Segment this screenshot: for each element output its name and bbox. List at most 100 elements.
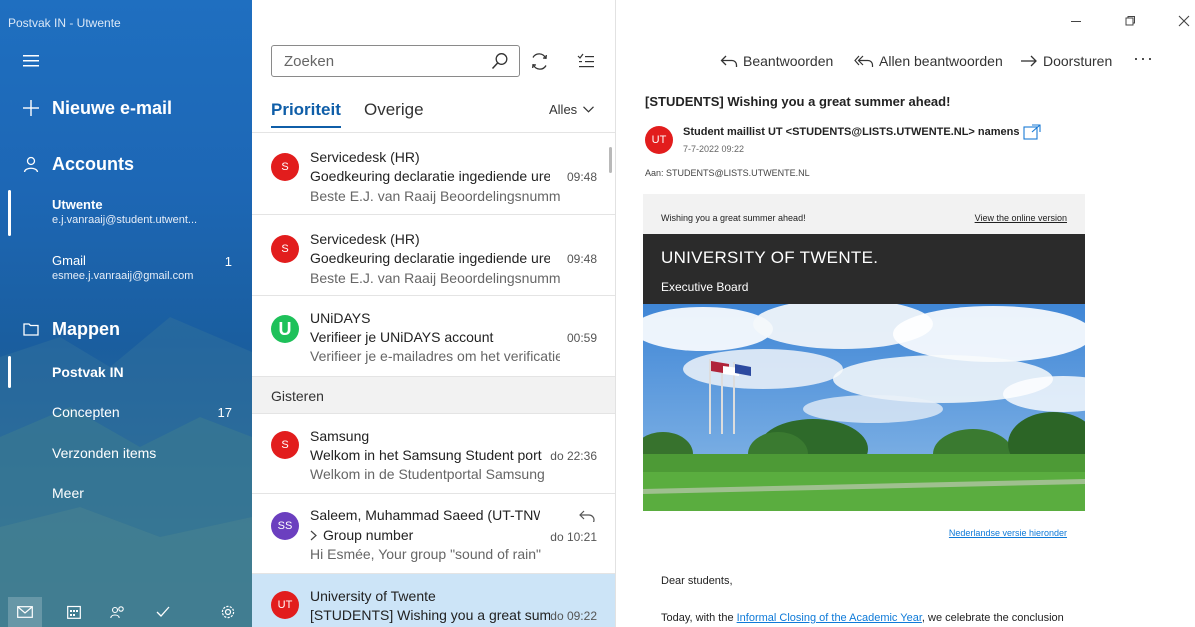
email-subject: [STUDENTS] Wishing you a great summer ah… (645, 94, 951, 109)
drafts-count: 17 (217, 405, 232, 420)
sender-avatar: S (271, 431, 299, 459)
dutch-version-link[interactable]: Nederlandse versie hieronder (949, 528, 1067, 538)
sender-avatar: S (271, 153, 299, 181)
message-preview: Welkom in de Studentportal Samsung (310, 466, 545, 482)
settings-gear-icon[interactable] (220, 604, 236, 620)
mail-icon[interactable] (17, 604, 33, 620)
reply-icon (720, 55, 738, 67)
message-sender: Servicedesk (HR) (310, 231, 420, 247)
people-icon[interactable] (110, 604, 126, 620)
message-preview: Beste E.J. van Raaij Beoordelingsnummer (310, 270, 560, 286)
accounts-header[interactable]: Accounts (52, 154, 134, 175)
message-subject: Group number (323, 527, 414, 543)
message-preview: Verifieer je e-mailadres om het verifica… (310, 348, 560, 364)
reply-button[interactable]: Beantwoorden (720, 53, 833, 69)
message-preview: Beste E.J. van Raaij Beoordelingsnummer (310, 188, 560, 204)
message-subject: Goedkeuring declaratie ingediende uren (310, 168, 550, 184)
message-time: do 22:36 (550, 449, 597, 463)
filter-dropdown[interactable]: Alles (549, 102, 595, 117)
forward-button[interactable]: Doorsturen (1020, 53, 1112, 69)
chevron-down-icon (583, 106, 595, 113)
reply-all-label: Allen beantwoorden (879, 53, 1003, 69)
selected-account-indicator (8, 190, 11, 236)
person-icon (22, 155, 40, 173)
message-sender: Saleem, Muhammad Saeed (UT-TNW) (310, 507, 540, 523)
message-time: 00:59 (566, 331, 597, 345)
window-title: Postvak IN - Utwente (8, 16, 121, 30)
account-name: Gmail (52, 253, 86, 268)
tab-priority[interactable]: Prioriteit (271, 100, 341, 120)
message-subject: Goedkeuring declaratie ingediende uren (310, 250, 550, 266)
folder-icon (22, 320, 40, 338)
message-list-pane: Prioriteit Overige Alles S Servicedesk (… (252, 0, 616, 627)
plus-icon[interactable] (22, 99, 40, 117)
folder-item-more[interactable]: Meer (52, 485, 84, 501)
restore-icon[interactable] (1123, 14, 1137, 28)
closing-academic-year-link[interactable]: Informal Closing of the Academic Year (737, 612, 922, 624)
background-landscape (0, 317, 252, 627)
email-banner: UNIVERSITY OF TWENTE. Executive Board (643, 234, 1085, 304)
message-subject: Verifieer je UNiDAYS account (310, 329, 494, 345)
message-row[interactable]: S Servicedesk (HR) Goedkeuring declarati… (252, 214, 615, 295)
reading-pane: Beantwoorden Allen beantwoorden Doorstur… (617, 0, 1195, 627)
forward-label: Doorsturen (1043, 53, 1113, 69)
sender-avatar: UT (271, 591, 299, 619)
filter-label: Alles (549, 102, 578, 117)
email-paragraph: Today, with the Informal Closing of the … (661, 612, 1064, 624)
sync-icon[interactable] (529, 51, 549, 71)
folder-item-sent[interactable]: Verzonden items (52, 445, 156, 461)
minimize-icon[interactable] (1069, 14, 1083, 28)
message-row[interactable]: S Samsung Welkom in het Samsung Student … (252, 413, 615, 493)
sender-avatar: S (271, 235, 299, 263)
email-from[interactable]: Student maillist UT <STUDENTS@LISTS.UTWE… (683, 126, 1019, 138)
message-row[interactable]: U UNiDAYS Verifieer je UNiDAYS account 0… (252, 295, 615, 376)
online-version-link[interactable]: View the online version (975, 213, 1067, 223)
list-scrollbar-thumb[interactable] (609, 147, 612, 173)
selection-mode-icon[interactable] (576, 51, 596, 71)
message-sender: Servicedesk (HR) (310, 149, 420, 165)
account-name: Utwente (52, 197, 103, 212)
more-actions-icon[interactable]: ··· (1133, 48, 1154, 69)
email-date: 7-7-2022 09:22 (683, 144, 745, 154)
replied-icon (579, 509, 595, 527)
hamburger-menu-icon[interactable] (22, 52, 40, 70)
sender-avatar: UT (645, 126, 673, 154)
university-logo-text: UNIVERSITY OF TWENTE. (661, 248, 879, 267)
tab-other[interactable]: Overige (364, 100, 424, 120)
message-row[interactable]: SS Saleem, Muhammad Saeed (UT-TNW) Group… (252, 493, 615, 573)
account-email: esmee.j.vanraaij@gmail.com (52, 270, 194, 282)
email-body-card: Wishing you a great summer ahead! View t… (643, 194, 1085, 511)
message-row-selected[interactable]: UT University of Twente [STUDENTS] Wishi… (252, 573, 615, 627)
body-text-prefix: Today, with the (661, 612, 737, 624)
calendar-icon[interactable] (66, 604, 82, 620)
unread-count: 1 (224, 254, 232, 269)
message-sender: Samsung (310, 428, 370, 444)
email-recipients: Aan: STUDENTS@LISTS.UTWENTE.NL (645, 168, 810, 178)
reply-all-button[interactable]: Allen beantwoorden (854, 53, 1003, 69)
todo-icon[interactable] (155, 604, 171, 620)
search-input[interactable] (272, 46, 482, 76)
folder-item-drafts[interactable]: Concepten (52, 404, 120, 420)
folder-item-inbox[interactable]: Postvak IN (52, 364, 124, 380)
close-icon[interactable] (1177, 14, 1191, 28)
message-subject-line: Group number (310, 527, 413, 543)
email-greeting: Dear students, (661, 575, 733, 587)
folders-header[interactable]: Mappen (52, 319, 120, 340)
message-subject: [STUDENTS] Wishing you a great sum (310, 607, 550, 623)
body-text-suffix: , we celebrate the conclusion (921, 612, 1064, 624)
group-label: Gisteren (271, 388, 324, 404)
message-time: do 10:21 (550, 530, 597, 544)
navigation-sidebar: Postvak IN - Utwente Nieuwe e-mail Accou… (0, 0, 252, 627)
date-group-header: Gisteren (252, 376, 615, 413)
message-sender: University of Twente (310, 588, 436, 604)
search-box[interactable] (271, 45, 520, 77)
message-subject: Welkom in het Samsung Student port (310, 447, 542, 463)
search-icon[interactable] (491, 52, 509, 75)
open-in-new-window-icon[interactable] (1023, 124, 1041, 145)
campus-photo (643, 304, 1085, 511)
chevron-right-icon[interactable] (310, 530, 317, 541)
new-mail-button[interactable]: Nieuwe e-mail (52, 98, 172, 119)
account-email: e.j.vanraaij@student.utwent... (52, 214, 198, 226)
sender-avatar: SS (271, 512, 299, 540)
message-row[interactable]: S Servicedesk (HR) Goedkeuring declarati… (252, 132, 615, 214)
